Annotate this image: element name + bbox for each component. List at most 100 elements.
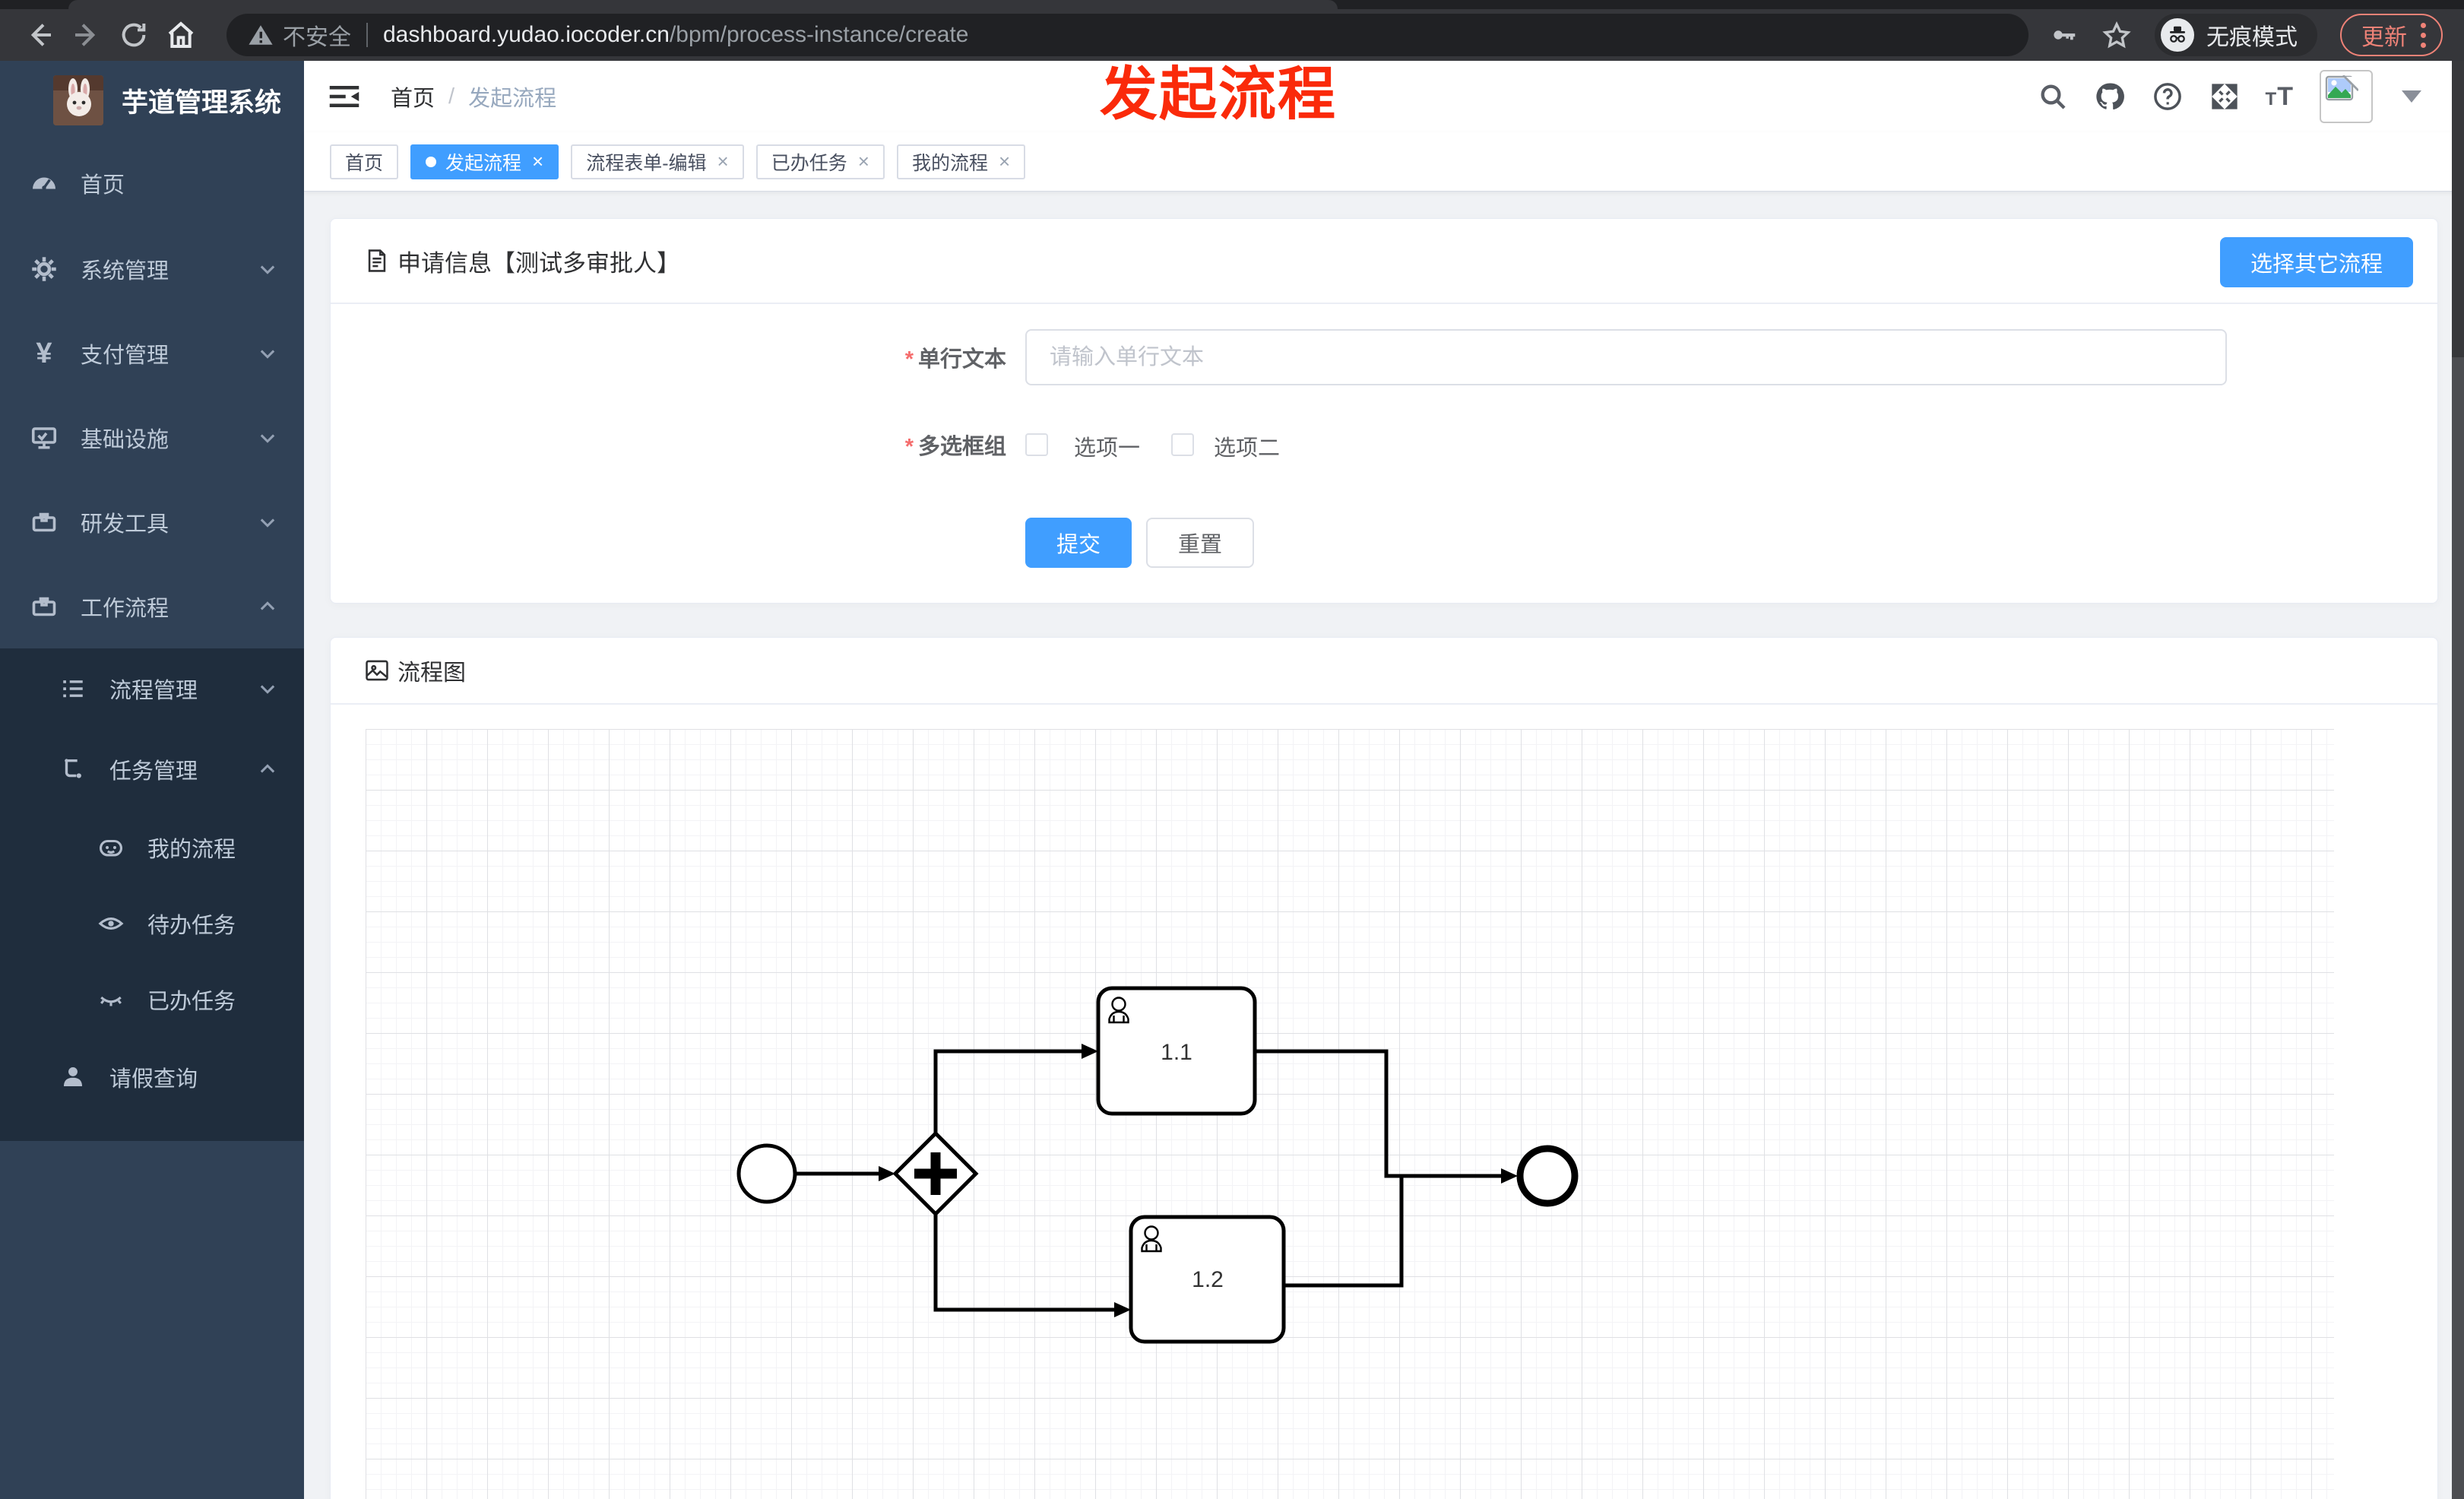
incognito-icon (2161, 18, 2194, 52)
checkbox-option-2[interactable] (1171, 433, 1194, 456)
toolbox-icon (29, 509, 59, 536)
sidebar-item-label: 我的流程 (147, 838, 236, 862)
breadcrumb: 首页 / 发起流程 (391, 81, 556, 113)
checkbox-label-1[interactable]: 选项一 (1074, 430, 1140, 462)
gear-icon (29, 255, 59, 283)
fullscreen-icon[interactable] (2209, 81, 2240, 112)
process-diagram-card: 流程图 1.1 1.2 (330, 637, 2438, 1499)
page-content: 申请信息【测试多审批人】 选择其它流程 *单行文本 *多选框组 选项一 选项二 … (304, 192, 2464, 1499)
tag-my-processes[interactable]: 我的流程 × (896, 144, 1026, 179)
close-icon[interactable]: × (532, 150, 543, 173)
sidebar-item-task-management[interactable]: 任务管理 (0, 729, 304, 810)
sidebar-item-done-tasks[interactable]: 已办任务 (0, 962, 304, 1038)
sidebar-logo-row[interactable]: 芋道管理系统 (0, 61, 304, 140)
github-icon[interactable] (2094, 81, 2126, 113)
back-icon[interactable] (21, 17, 58, 53)
reload-icon[interactable] (116, 17, 152, 53)
tags-view: 首页 发起流程 × 流程表单-编辑 × 已办任务 × 我的流程 × (304, 132, 2464, 192)
document-icon (364, 248, 390, 274)
sidebar-item-label: 支付管理 (81, 343, 169, 368)
sidebar-item-label: 研发工具 (81, 512, 169, 537)
star-icon[interactable] (2101, 20, 2132, 50)
monitor-icon (29, 424, 59, 452)
bpmn-parallel-gateway[interactable] (892, 1130, 979, 1217)
page-annotation: 发起流程 (1100, 62, 1337, 127)
chevron-up-icon (257, 596, 278, 617)
close-icon[interactable]: × (858, 150, 869, 173)
url-text[interactable]: dashboard.yudao.iocoder.cn/bpm/process-i… (383, 22, 968, 48)
sidebar-item-dev-tools[interactable]: 研发工具 (0, 480, 304, 564)
update-button[interactable]: 更新 (2340, 14, 2443, 56)
sidebar-item-infrastructure[interactable]: 基础设施 (0, 395, 304, 480)
sidebar-item-home[interactable]: 首页 (0, 140, 304, 227)
page-scrollbar[interactable] (2452, 61, 2464, 1499)
tag-start-process[interactable]: 发起流程 × (410, 144, 559, 179)
sidebar-item-label: 工作流程 (81, 596, 169, 621)
tag-form-edit[interactable]: 流程表单-编辑 × (571, 144, 744, 179)
browser-active-tab[interactable] (68, 0, 1338, 9)
person-icon (58, 1064, 88, 1090)
task-label: 1.2 (1192, 1267, 1224, 1292)
single-line-text-input[interactable] (1025, 329, 2227, 385)
home-icon[interactable] (163, 17, 199, 53)
sidebar: 芋道管理系统 首页 系统管理 ¥ 支付管理 基础设施 研发工具 工作流程 流程管… (0, 61, 304, 1499)
submit-button[interactable]: 提交 (1025, 518, 1132, 568)
incognito-badge: 无痕模式 (2155, 14, 2317, 56)
checkbox-option-1[interactable] (1025, 433, 1048, 456)
sidebar-item-my-processes[interactable]: 我的流程 (0, 810, 304, 886)
eye-icon (96, 911, 126, 936)
select-other-process-button[interactable]: 选择其它流程 (2219, 237, 2413, 287)
security-label[interactable]: 不安全 (283, 18, 351, 52)
scrollbar-thumb[interactable] (2452, 61, 2464, 357)
bpmn-user-task-1[interactable]: 1.1 (1096, 986, 1257, 1116)
tag-done-tasks[interactable]: 已办任务 × (755, 144, 885, 179)
sidebar-item-payment[interactable]: ¥ 支付管理 (0, 311, 304, 395)
bpmn-canvas[interactable]: 1.1 1.2 (366, 729, 2334, 1499)
field-label-text: * 单行文本 (904, 347, 1006, 372)
sidebar-item-workflow[interactable]: 工作流程 (0, 564, 304, 648)
search-icon[interactable] (2038, 81, 2068, 112)
sidebar-item-leave-query[interactable]: 请假查询 (0, 1038, 304, 1117)
yen-icon: ¥ (36, 337, 52, 369)
close-icon[interactable]: × (717, 150, 729, 173)
key-icon[interactable] (2050, 21, 2079, 49)
bpmn-start-event[interactable] (736, 1143, 797, 1204)
checkbox-label-2[interactable]: 选项二 (1214, 430, 1280, 462)
sidebar-item-label: 基础设施 (81, 427, 169, 452)
apply-info-card: 申请信息【测试多审批人】 选择其它流程 *单行文本 *多选框组 选项一 选项二 … (330, 218, 2438, 604)
forward-icon[interactable] (68, 17, 105, 53)
sidebar-item-label: 系统管理 (81, 258, 169, 284)
hamburger-icon[interactable] (328, 80, 362, 113)
main-area: 首页 / 发起流程 TT 首页 发起流程 × 流程表单-编辑 × 已办任务 × … (304, 61, 2464, 1499)
update-label: 更新 (2361, 25, 2407, 50)
chevron-down-icon (257, 512, 278, 533)
tag-home[interactable]: 首页 (330, 144, 399, 179)
sidebar-item-label: 已办任务 (147, 990, 236, 1014)
image-icon (364, 658, 390, 683)
address-separator (366, 23, 368, 47)
bpmn-user-task-2[interactable]: 1.2 (1129, 1215, 1286, 1344)
help-icon[interactable] (2152, 81, 2184, 113)
card-title: 申请信息【测试多审批人】 (397, 249, 680, 277)
avatar[interactable] (2320, 70, 2373, 123)
breadcrumb-home[interactable]: 首页 (391, 81, 435, 113)
close-icon[interactable]: × (999, 150, 1010, 173)
sidebar-item-system[interactable]: 系统管理 (0, 227, 304, 311)
font-size-icon[interactable]: TT (2266, 82, 2294, 112)
breadcrumb-separator: / (448, 84, 455, 109)
browser-menu-icon[interactable] (2421, 22, 2426, 48)
screen: 不安全 dashboard.yudao.iocoder.cn/bpm/proce… (0, 0, 2464, 1499)
navbar: 首页 / 发起流程 TT (304, 61, 2464, 132)
card-title: 流程图 (397, 661, 466, 686)
sidebar-item-todo-tasks[interactable]: 待办任务 (0, 886, 304, 962)
reset-button[interactable]: 重置 (1146, 518, 1254, 568)
sidebar-item-process-management[interactable]: 流程管理 (0, 648, 304, 729)
bpmn-end-event[interactable] (1516, 1145, 1579, 1207)
app-title: 芋道管理系统 (122, 87, 282, 118)
eye-closed-icon (96, 987, 126, 1013)
breadcrumb-current: 发起流程 (468, 87, 557, 111)
toolbox-icon (29, 593, 59, 620)
sidebar-item-label: 任务管理 (109, 759, 198, 784)
caret-down-icon[interactable] (2402, 90, 2421, 103)
warning-icon (248, 22, 274, 48)
